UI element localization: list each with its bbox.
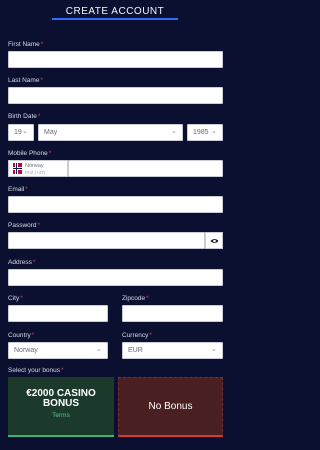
birth-month-select[interactable]: May ⌄ [38,124,183,141]
password-input[interactable] [8,232,205,249]
casino-bonus-card[interactable]: €2000 CASINO BONUS Terms [8,377,114,437]
city-label: City* [8,295,23,302]
country-value: Norway [14,347,38,354]
birth-day-select[interactable]: 19 ⌄ [8,124,34,141]
currency-label: Currency* [122,332,152,339]
bonus-label: Select your bonus* [8,367,64,374]
first-name-label: First Name* [8,41,44,48]
address-label: Address* [8,259,36,266]
address-input[interactable] [8,269,223,286]
no-bonus-title: No Bonus [148,401,193,412]
birth-date-label: Birth Date* [8,113,41,120]
mobile-phone-input[interactable] [68,160,223,177]
chevron-down-icon: ⌄ [22,128,28,135]
currency-select[interactable]: EUR ⌄ [122,342,223,359]
eye-icon [210,238,218,243]
birth-year-value: 1985 [193,129,209,136]
country-select[interactable]: Norway ⌄ [8,342,108,359]
chevron-down-icon: ⌄ [171,128,177,135]
last-name-input[interactable] [8,87,223,104]
casino-bonus-title: €2000 CASINO BONUS [26,388,96,409]
norway-flag-icon [13,163,22,174]
first-name-input[interactable] [8,51,223,68]
show-password-button[interactable] [205,232,223,249]
currency-value: EUR [128,347,143,354]
mobile-phone-label: Mobile Phone* [8,150,52,157]
country-label: Country* [8,332,35,339]
email-label: Email* [8,186,28,193]
phone-country-code: Prof (+47) [25,170,46,175]
last-name-label: Last Name* [8,77,43,84]
title-underline [52,18,178,20]
zipcode-input[interactable] [122,305,223,322]
bonus-terms-link[interactable]: Terms [8,412,114,419]
password-label: Password* [8,222,41,229]
birth-month-value: May [44,129,58,136]
chevron-down-icon: ⌄ [211,128,217,135]
city-input[interactable] [8,305,108,322]
phone-country-name: Norway [25,163,44,169]
zipcode-label: Zipcode* [122,295,149,302]
birth-day-value: 19 [14,129,22,136]
phone-country-select[interactable]: Norway Prof (+47) [8,160,68,177]
chevron-down-icon: ⌄ [96,346,102,353]
no-bonus-card[interactable]: No Bonus [118,377,223,437]
chevron-down-icon: ⌄ [211,346,217,353]
email-input[interactable] [8,196,223,213]
birth-year-select[interactable]: 1985 ⌄ [187,124,223,141]
header: CREATE ACCOUNT [0,0,230,22]
page-title: CREATE ACCOUNT [65,6,165,17]
